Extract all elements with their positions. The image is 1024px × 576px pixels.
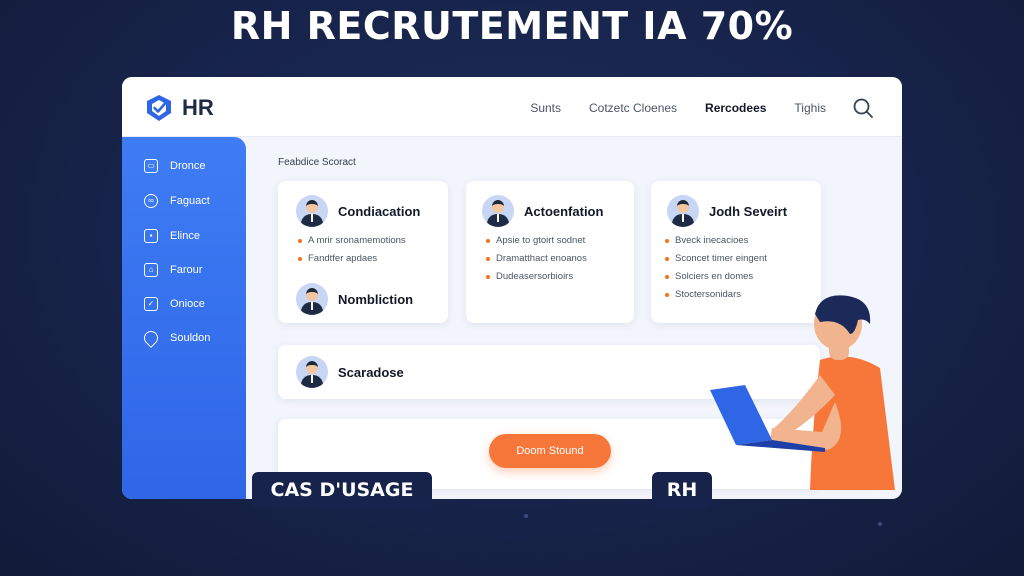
shield-check-icon: [147, 95, 171, 121]
candidate-entry: Actoenfation: [482, 195, 603, 227]
search-icon[interactable]: [852, 97, 874, 119]
nav-item[interactable]: Cotzetc Cloenes: [589, 101, 677, 115]
candidate-details: Apsie to gtoirt sodnet Dramatthact enoan…: [486, 235, 587, 289]
sidebar-item-souldon[interactable]: Souldon: [141, 328, 211, 348]
candidate-name: Scaradose: [338, 364, 404, 380]
primary-action-button[interactable]: Doom Stound: [489, 434, 611, 468]
sidebar-item-label: Dronce: [170, 160, 206, 172]
sidebar-item-label: Farour: [170, 264, 203, 276]
section-title: Feabdice Scoract: [278, 157, 356, 168]
use-case-tag: CAS D'USAGE: [252, 472, 432, 508]
sidebar-item-farour[interactable]: ⌂ Farour: [144, 263, 202, 277]
avatar: [296, 195, 328, 227]
hr-tag: RH: [652, 472, 712, 508]
list-item: Apsie to gtoirt sodnet: [486, 235, 587, 246]
candidate-card[interactable]: Condiacation A mrir sronamemotions Fandt…: [278, 181, 448, 323]
candidate-entry: Scaradose: [296, 356, 404, 388]
chat-icon: ▪: [144, 229, 158, 243]
candidate-name: Actoenfation: [524, 203, 604, 219]
list-item: A mrir sronamemotions: [298, 235, 406, 246]
candidate-name: Nombliction: [338, 291, 414, 307]
candidate-name: Condiacation: [338, 203, 421, 219]
candidate-details: A mrir sronamemotions Fandtfer apdaes: [298, 235, 406, 271]
app-logo-text: HR: [182, 95, 214, 120]
candidate-entry: Jodh Seveirt: [667, 195, 787, 227]
sidebar-item-faguact[interactable]: ∞ Faguact: [144, 194, 210, 208]
sidebar-item-label: Onioce: [170, 298, 205, 310]
list-item: Dudeasersorbioirs: [486, 271, 587, 282]
list-item: Dramatthact enoanos: [486, 253, 587, 264]
sidebar-item-elince[interactable]: ▪ Elince: [144, 229, 200, 243]
candidate-entry: Nombliction: [296, 283, 413, 315]
main-nav: Sunts Cotzetc Cloenes Rercodees Tighis: [530, 101, 826, 115]
sidebar-item-dronce[interactable]: ▭ Dronce: [144, 159, 205, 173]
location-icon: [141, 328, 161, 348]
app-logo[interactable]: HR: [144, 93, 214, 123]
list-item: Bveck inecacioes: [665, 235, 767, 246]
candidate-entry: Condiacation: [296, 195, 420, 227]
avatar: [296, 356, 328, 388]
avatar: [296, 283, 328, 315]
link-icon: ∞: [144, 194, 158, 208]
image-icon: ⌂: [144, 263, 158, 277]
list-item: Fandtfer apdaes: [298, 253, 406, 264]
sidebar-item-label: Faguact: [170, 195, 210, 207]
avatar: [667, 195, 699, 227]
top-navigation-bar: HR Sunts Cotzetc Cloenes Rercodees Tighi…: [122, 77, 902, 137]
candidate-card[interactable]: Actoenfation Apsie to gtoirt sodnet Dram…: [466, 181, 634, 323]
check-icon: ✓: [144, 297, 158, 311]
sidebar-item-label: Elince: [170, 230, 200, 242]
nav-item-active[interactable]: Rercodees: [705, 101, 766, 115]
nav-item[interactable]: Tighis: [794, 101, 826, 115]
person-with-laptop-illustration: [710, 295, 895, 490]
page-headline: RH RECRUTEMENT IA 70%: [230, 4, 794, 48]
avatar: [482, 195, 514, 227]
decorative-dot: [878, 522, 882, 526]
sidebar-item-label: Souldon: [170, 332, 211, 344]
sidebar: ▭ Dronce ∞ Faguact ▪ Elince ⌂ Farour ✓ O…: [122, 137, 246, 499]
list-item: Solciers en domes: [665, 271, 767, 282]
nav-item[interactable]: Sunts: [530, 101, 561, 115]
candidate-name: Jodh Seveirt: [709, 203, 788, 219]
window-icon: ▭: [144, 159, 158, 173]
sidebar-item-onioce[interactable]: ✓ Onioce: [144, 297, 205, 311]
decorative-dot: [524, 514, 528, 518]
list-item: Sconcet timer eingent: [665, 253, 767, 264]
